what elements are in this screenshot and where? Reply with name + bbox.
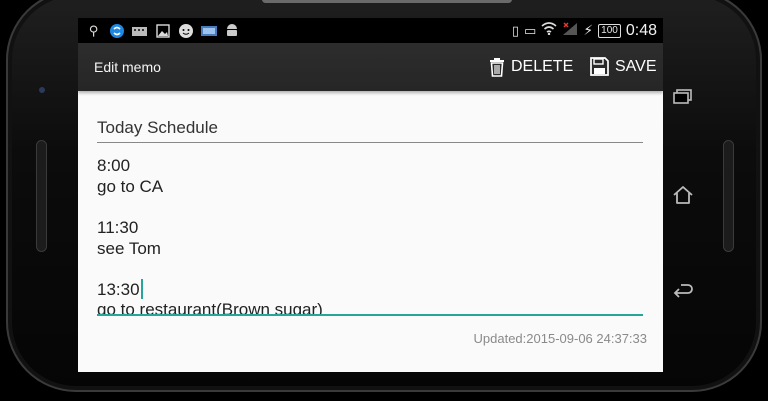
sim-icon: ▭ (524, 22, 537, 38)
system-status-icons: ▯ ▭ ⚡ 100 0:48 (512, 20, 657, 41)
charging-icon: ⚡ (583, 22, 594, 38)
side-button-right (723, 140, 734, 252)
save-label: SAVE (615, 57, 657, 75)
image-icon (153, 22, 172, 39)
chat-icon (176, 22, 195, 39)
phone-device: ⚲ ▯ ▭ ⚡ 100 0:48 Edit memo DELETE SAVE T… (0, 0, 768, 401)
android-icon (222, 22, 241, 39)
action-bar: Edit memo DELETE SAVE (78, 43, 663, 91)
recent-apps-icon[interactable] (672, 86, 694, 108)
back-icon[interactable] (672, 282, 694, 304)
memo-line: see Tom (97, 239, 161, 258)
wifi-icon (541, 22, 557, 39)
sync-icon (107, 22, 126, 39)
memo-body-field[interactable]: 8:00 go to CA 11:30 see Tom 13:30 go to … (97, 154, 643, 316)
side-button-left (36, 140, 47, 252)
memo-line: 8:00 (97, 156, 131, 175)
save-button[interactable]: SAVE (590, 57, 657, 76)
usb-icon: ⚲ (88, 22, 99, 38)
earpiece-speaker (262, 0, 512, 3)
battery-indicator: 100 (598, 23, 621, 38)
screen-title: Edit memo (94, 59, 161, 75)
memo-line: 11:30 (97, 218, 139, 237)
delete-button[interactable]: DELETE (489, 57, 573, 77)
memo-editor: Today Schedule 8:00 go to CA 11:30 see T… (78, 91, 663, 372)
memo-line: go to CA (97, 177, 164, 196)
updated-timestamp: Updated:2015-09-06 24:37:33 (473, 331, 647, 346)
notification-icons: ⚲ (84, 21, 241, 40)
memo-line-with-cursor: 13:30 (97, 279, 143, 300)
home-icon[interactable] (672, 184, 694, 206)
status-bar: ⚲ ▯ ▭ ⚡ 100 0:48 (78, 18, 663, 43)
storage-icon (199, 22, 218, 39)
trash-icon (490, 58, 504, 77)
signal-icon (562, 21, 578, 40)
text-cursor (140, 279, 143, 299)
memo-line: go to restaurant(Brown sugar) (97, 300, 323, 316)
app-screen: ⚲ ▯ ▭ ⚡ 100 0:48 Edit memo DELETE SAVE T… (78, 18, 663, 372)
vibrate-icon: ▯ (511, 22, 520, 38)
keyboard-icon (130, 22, 149, 39)
delete-label: DELETE (511, 58, 574, 75)
status-clock: 0:48 (625, 21, 657, 39)
floppy-disk-icon (590, 57, 609, 76)
memo-subject-field[interactable]: Today Schedule (97, 118, 643, 143)
front-camera (39, 87, 45, 93)
memo-line: 13:30 (97, 280, 140, 299)
